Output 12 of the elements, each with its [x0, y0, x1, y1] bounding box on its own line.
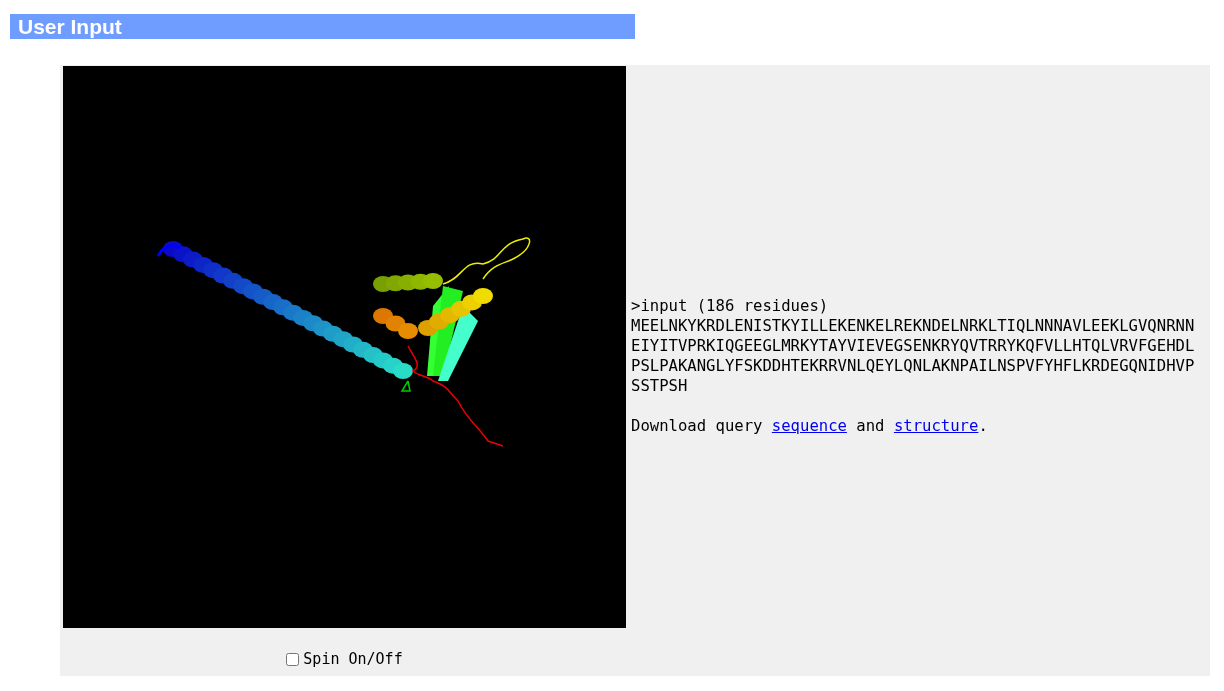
sequence-line: EIYITVPRKIQGEEGLMRKYTAYVIEVEGSENKRYQVTRRYKQFVLLHTQLVRVFGEHDL [631, 335, 1195, 356]
section-title: User Input [10, 14, 635, 39]
structure-viewer[interactable] [63, 66, 626, 628]
spin-checkbox[interactable] [286, 652, 300, 666]
download-text: Download query sequence and structure. [631, 415, 989, 436]
structure-link[interactable]: structure [893, 416, 979, 435]
sequence-line: PSLPAKANGLYFSKDDHTEKRRVNLQEYLQNLAKNPAILNSPVFYHFLKRDEGQNIDHVP [631, 355, 1195, 376]
sequence-line: SSTPSH [631, 375, 689, 396]
sequence-header: >input (186 residues) [631, 295, 830, 316]
sequence-link[interactable]: sequence [771, 416, 847, 435]
spin-label: Spin On/Off [303, 650, 403, 668]
sequence-line: MEELNKYKRDLENISTKYILLEKENKELREKNDELNRKLTIQLNNNAVLEEKLGVQNRNN [631, 315, 1195, 336]
